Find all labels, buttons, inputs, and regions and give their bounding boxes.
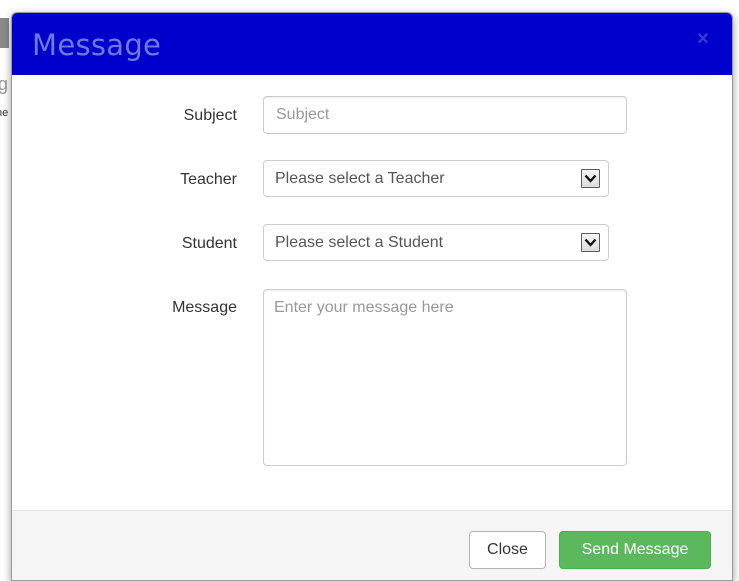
close-button[interactable]: Close xyxy=(469,531,546,569)
chevron-down-icon[interactable] xyxy=(581,169,600,188)
message-label: Message xyxy=(172,299,237,316)
send-message-button[interactable]: Send Message xyxy=(559,531,711,569)
teacher-select[interactable]: Please select a Teacher xyxy=(263,160,609,197)
message-modal: Message × Subject Teacher Please select … xyxy=(11,12,733,581)
background-block xyxy=(0,18,9,48)
background-text-fragment: ne xyxy=(0,107,9,119)
modal-title: Message xyxy=(32,28,162,62)
teacher-label: Teacher xyxy=(180,171,237,188)
background-text-fragment: g xyxy=(0,74,9,94)
subject-label: Subject xyxy=(183,107,237,124)
student-select-value: Please select a Student xyxy=(275,234,444,251)
student-label: Student xyxy=(181,235,237,252)
chevron-down-icon[interactable] xyxy=(581,233,600,252)
close-icon[interactable]: × xyxy=(692,28,714,50)
student-select[interactable]: Please select a Student xyxy=(263,224,609,261)
modal-header: Message × xyxy=(12,13,732,75)
teacher-select-value: Please select a Teacher xyxy=(275,170,445,187)
modal-footer: Close Send Message xyxy=(12,510,732,580)
subject-input[interactable] xyxy=(263,96,627,134)
message-textarea[interactable] xyxy=(263,289,627,466)
